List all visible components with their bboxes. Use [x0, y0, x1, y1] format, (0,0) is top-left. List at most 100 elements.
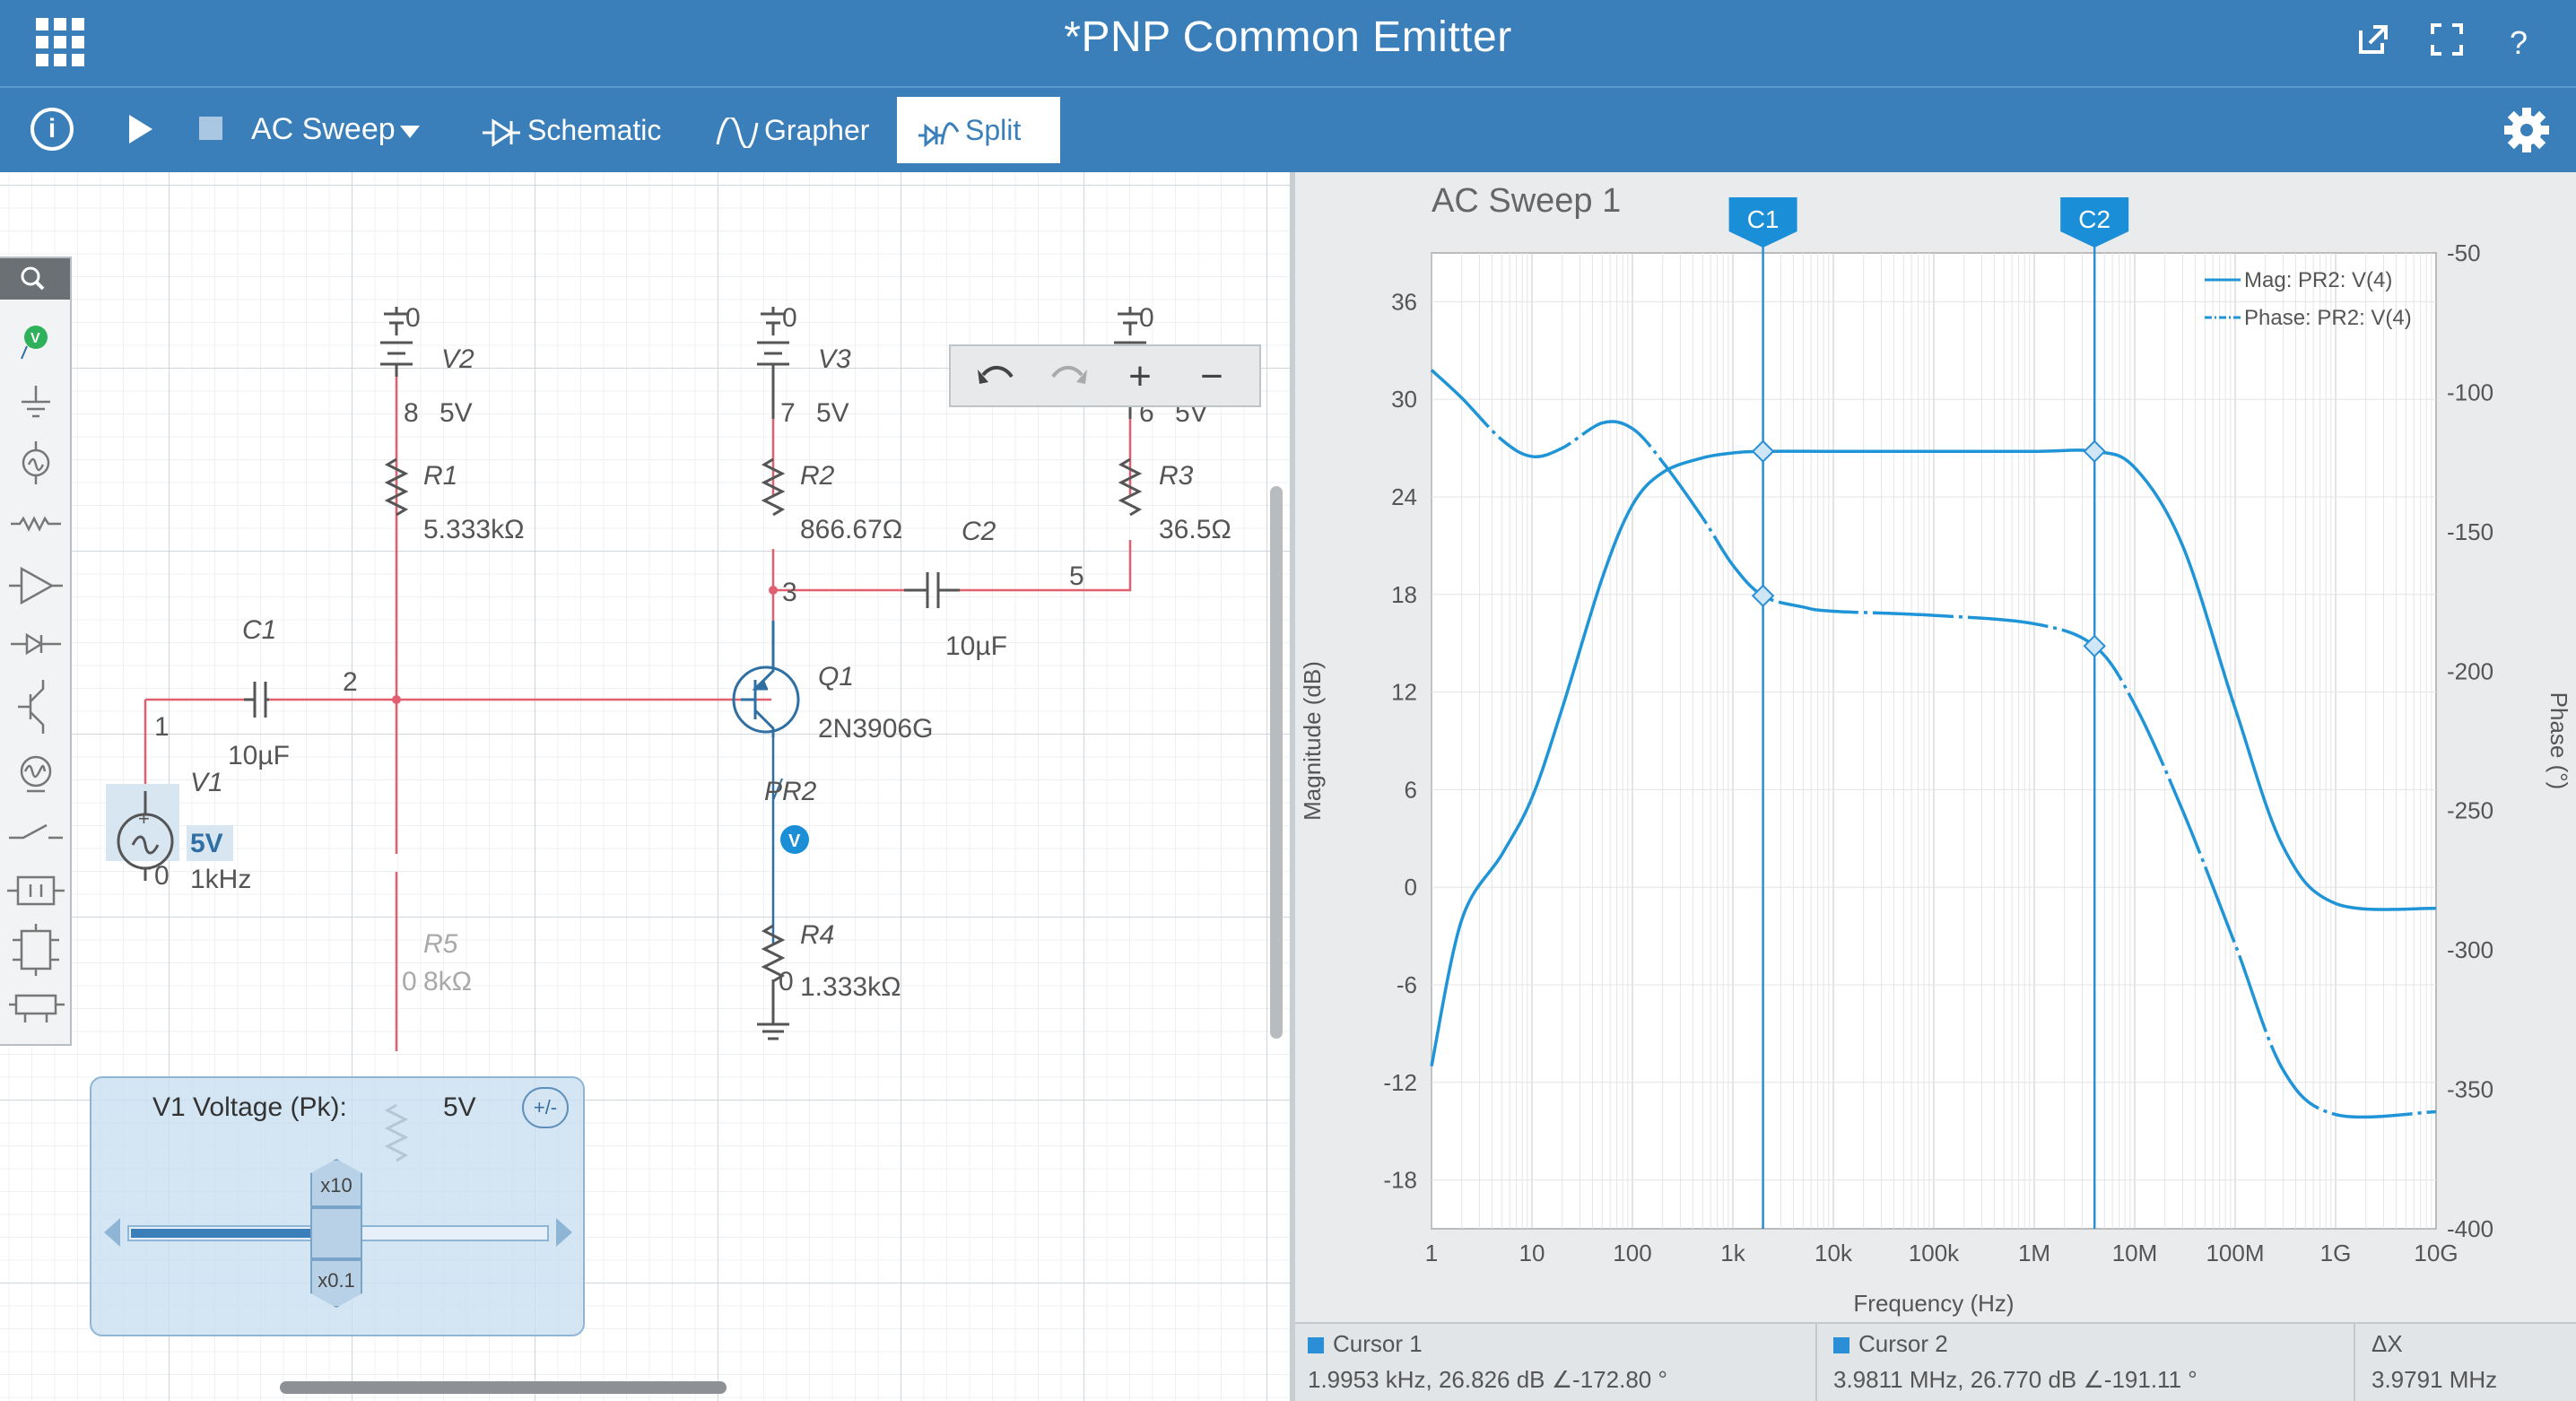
y-tick-label: -12 [1383, 1069, 1417, 1096]
zoom-out-button[interactable]: − [1191, 357, 1232, 398]
r5-node: 0 [402, 967, 417, 996]
toolbar: i AC Sweep Schematic Grapher Split [0, 86, 2576, 172]
ic-icon[interactable] [13, 924, 59, 976]
stop-button[interactable] [199, 117, 222, 140]
cursor2-swatch [1833, 1337, 1849, 1353]
cursor-readout-table: Cursor 1 1.9953 kHz, 26.826 dB ∠-172.80 … [1295, 1322, 2576, 1401]
lamp-icon[interactable] [20, 755, 52, 793]
popout-icon[interactable] [2352, 22, 2395, 65]
tab-schematic[interactable]: Schematic [461, 97, 681, 163]
c2-name: C2 [962, 517, 996, 546]
r5-name: R5 [423, 929, 458, 959]
r2-name: R2 [800, 461, 835, 491]
x-tick-label: 1G [2320, 1240, 2352, 1266]
v1-voltage-popup: V1 Voltage (Pk): 5V +/- x10 x0.1 [90, 1076, 585, 1336]
app-window: *PNP Common Emitter ? i AC Sweep Schemat… [0, 0, 2576, 1401]
zoom-in-button[interactable]: + [1119, 357, 1161, 398]
info-icon[interactable]: i [30, 108, 74, 151]
relay-icon[interactable] [7, 875, 65, 906]
y-tick-label: 18 [1391, 581, 1417, 608]
redo-icon[interactable] [1048, 357, 1089, 398]
r2-value: 866.67Ω [800, 515, 902, 544]
tab-split[interactable]: Split [897, 97, 1060, 163]
diode-icon[interactable] [11, 632, 61, 656]
v1-minus-sign: − [140, 857, 152, 880]
ac-sweep-chart[interactable]: AC Sweep 1 1 10 100 1k 10k 100k 1M 10M 100M 1G 10G… [1295, 172, 2576, 1322]
r1-name: R1 [423, 461, 457, 491]
ac-source-icon[interactable] [22, 441, 50, 484]
cursor2-header: Cursor 2 [1833, 1326, 1948, 1362]
x-axis-label: Frequency (Hz) [1853, 1290, 2014, 1317]
r3-name: R3 [1159, 461, 1194, 491]
help-icon[interactable]: ? [2497, 22, 2540, 65]
y2-tick-label: -150 [2447, 518, 2493, 545]
voltage-probe-icon[interactable]: V [21, 326, 48, 360]
transistor-icon[interactable] [18, 680, 45, 734]
slider-increase-icon[interactable] [556, 1218, 572, 1247]
y2-tick-label: -50 [2447, 239, 2481, 266]
gear-icon[interactable] [2502, 106, 2551, 154]
column-divider [2354, 1324, 2355, 1401]
split-icon [918, 121, 960, 147]
v1-plus-sign: + [138, 807, 150, 830]
v2-ground-node: 0 [405, 303, 421, 333]
ground-icon[interactable] [22, 386, 50, 418]
capacitor-c1[interactable] [244, 682, 269, 718]
switch-icon[interactable] [9, 823, 63, 840]
tab-label: Split [965, 114, 1022, 146]
y-tick-label: 24 [1391, 483, 1417, 510]
analysis-select[interactable]: AC Sweep [251, 109, 396, 149]
chart-title: AC Sweep 1 [1432, 182, 1621, 220]
undo-icon[interactable] [976, 357, 1017, 398]
v1-ground-node: 0 [154, 861, 170, 891]
popup-value: 5V [443, 1092, 476, 1122]
legend-label-mag: Mag: PR2: V(4) [2244, 268, 2392, 292]
cursor1-swatch [1308, 1337, 1324, 1353]
run-button[interactable] [129, 115, 152, 144]
capacitor-c2[interactable] [904, 572, 960, 608]
x-tick-label: 1k [1720, 1240, 1745, 1266]
scale-x10-button[interactable]: x10 [310, 1159, 362, 1207]
slider-decrease-icon[interactable] [104, 1218, 120, 1247]
y-ticks: 36 30 24 18 12 6 0 -6 -12 -18 [1383, 288, 1417, 1193]
x-tick-label: 10 [1519, 1240, 1545, 1266]
resistor-icon[interactable] [11, 516, 61, 532]
vertical-scrollbar[interactable] [1270, 486, 1283, 1039]
junction-dot [769, 586, 778, 595]
v3-ground-node: 0 [782, 303, 797, 333]
connector-icon[interactable] [9, 994, 65, 1022]
transistor-q1[interactable] [732, 621, 800, 737]
document-title: *PNP Common Emitter [1064, 13, 1512, 61]
delta-x-value: 3.9791 MHz [2371, 1366, 2498, 1393]
y-tick-label: 36 [1391, 288, 1417, 315]
node-1-label: 1 [154, 712, 170, 742]
chevron-down-icon[interactable] [400, 126, 420, 138]
grapher-pane[interactable]: AC Sweep 1 1 10 100 1k 10k 100k 1M 10M 100M 1G 10G… [1295, 172, 2576, 1401]
r5-value: 8kΩ [423, 967, 472, 996]
y2-axis-label: Phase (°) [2546, 692, 2572, 790]
q1-model: 2N3906G [818, 714, 933, 744]
tab-grapher[interactable]: Grapher [696, 97, 889, 163]
tab-label: Grapher [764, 114, 870, 146]
c2-value: 10µF [945, 631, 1007, 661]
delta-x-header: ΔX [2371, 1330, 2403, 1357]
slider-thumb[interactable] [310, 1207, 362, 1259]
v3-node: 7 [780, 398, 796, 428]
x-tick-label: 1M [2018, 1240, 2050, 1266]
v1-name: V1 [190, 768, 223, 797]
v1-amplitude[interactable]: 5V [190, 829, 223, 858]
scale-x01-button[interactable]: x0.1 [310, 1259, 362, 1308]
y-tick-label: -18 [1383, 1167, 1417, 1194]
edit-toolbar: + − [949, 344, 1261, 407]
wire-active [144, 377, 1132, 1051]
sign-toggle-button[interactable]: +/- [522, 1087, 569, 1128]
diode-icon [483, 117, 520, 147]
c1-name: C1 [242, 615, 276, 645]
schematic-canvas[interactable]: + − V 0 V2 8 5V 0 V3 7 5V 0 V4 6 [0, 172, 1290, 1401]
y2-tick-label: -200 [2447, 657, 2493, 684]
horizontal-scrollbar[interactable] [280, 1381, 727, 1394]
opamp-icon[interactable] [9, 566, 63, 605]
y2-tick-label: -100 [2447, 379, 2493, 405]
cursor-flag-label: C1 [1747, 205, 1780, 233]
fullscreen-icon[interactable] [2425, 22, 2468, 65]
